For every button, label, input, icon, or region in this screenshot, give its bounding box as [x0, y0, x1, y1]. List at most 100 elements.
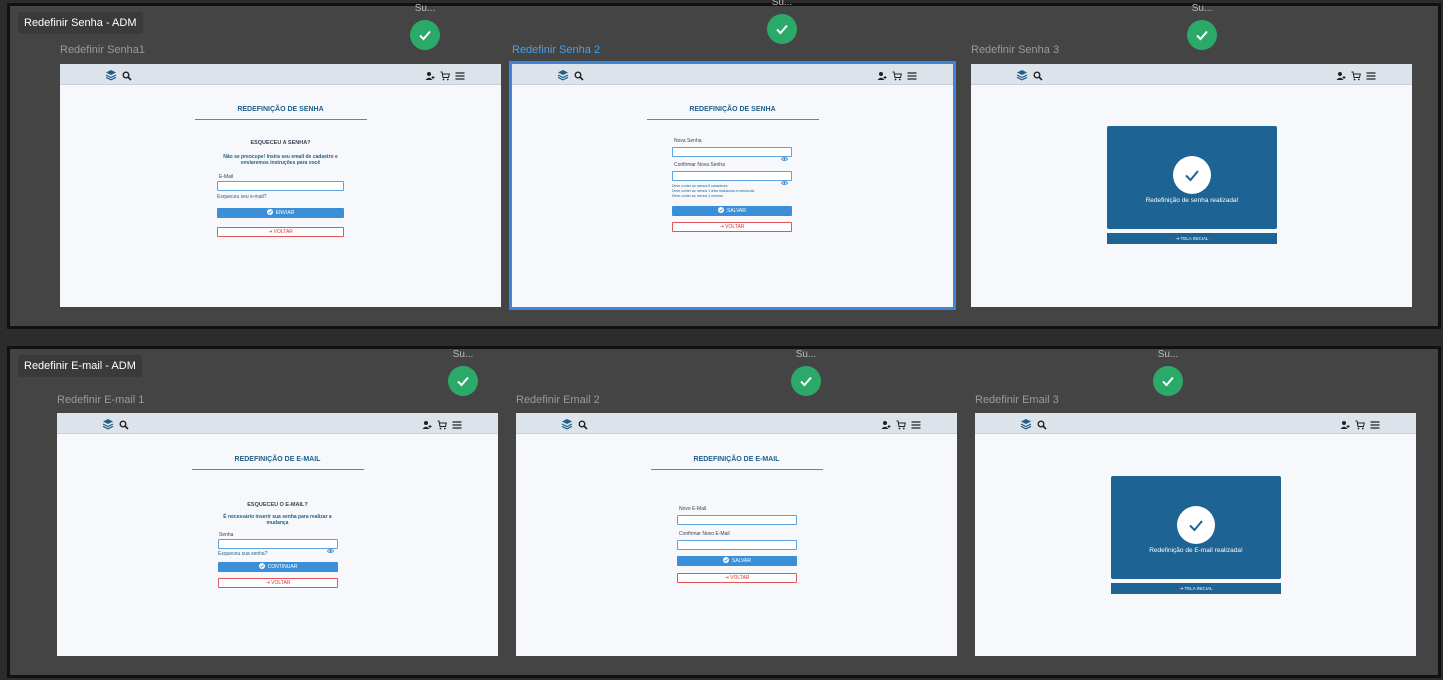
password-field[interactable]	[218, 539, 338, 554]
page-title: REDEFINIÇÃO DE E-MAIL	[191, 456, 364, 470]
frame-redefinir-email-3[interactable]: Redefinição de E-mail realizada! ⇥ TELA …	[975, 413, 1416, 656]
new-password-field[interactable]	[672, 147, 792, 162]
back-button[interactable]: ⇥ VOLTAR	[218, 578, 338, 588]
check-circle-icon	[258, 563, 265, 571]
app-header	[60, 64, 501, 85]
search-icon[interactable]	[122, 68, 132, 86]
success-card: Redefinição de senha realizada!	[1107, 126, 1277, 229]
layers-logo-icon[interactable]	[561, 417, 573, 435]
menu-icon[interactable]	[911, 417, 921, 435]
search-icon[interactable]	[574, 68, 584, 86]
eye-icon[interactable]	[780, 149, 789, 167]
frame-label-senha-3[interactable]: Redefinir Senha 3	[971, 44, 1059, 56]
header-actions	[1336, 68, 1376, 86]
confirm-email-label: Confirmar Novo E-Mail	[679, 531, 730, 537]
frame-label-senha-1[interactable]: Redefinir Senha1	[60, 44, 145, 56]
new-email-label: Novo E-Mail	[679, 506, 707, 512]
back-button[interactable]: ⇥ VOLTAR	[677, 573, 797, 583]
eye-icon[interactable]	[780, 173, 789, 191]
send-button-label: ENVIAR	[275, 210, 295, 216]
confirm-email-field[interactable]	[677, 540, 797, 550]
header-actions	[422, 417, 462, 435]
back-button-text: VOLTAR	[730, 575, 750, 581]
check-circle-icon	[1187, 20, 1217, 50]
check-circle-icon	[448, 366, 478, 396]
frame-redefinir-senha-3[interactable]: Redefinição de senha realizada! ⇥ TELA I…	[971, 64, 1412, 307]
search-icon[interactable]	[119, 417, 129, 435]
cart-icon[interactable]	[437, 417, 447, 435]
question-heading: ESQUECEU O E-MAIL?	[247, 502, 308, 508]
back-button[interactable]: ⇥ VOLTAR	[217, 227, 344, 237]
send-button[interactable]: ENVIAR	[217, 208, 344, 218]
user-add-icon[interactable]	[425, 68, 435, 86]
layers-logo-icon[interactable]	[557, 68, 569, 86]
email-field[interactable]	[217, 181, 344, 191]
header-actions	[877, 68, 917, 86]
status-label: Su...	[1191, 3, 1213, 14]
status-label: Su...	[414, 3, 436, 14]
forgot-password-link[interactable]: Esqueceu sua senha?	[218, 551, 267, 557]
menu-icon[interactable]	[452, 417, 462, 435]
check-circle-icon	[1153, 366, 1183, 396]
frame-redefinir-senha-1[interactable]: REDEFINIÇÃO DE SENHA ESQUECEU A SENHA? N…	[60, 64, 501, 307]
cart-icon[interactable]	[892, 68, 902, 86]
success-card: Redefinição de E-mail realizada!	[1111, 476, 1281, 579]
back-button-label: ⇥ VOLTAR	[719, 224, 745, 230]
cart-icon[interactable]	[1351, 68, 1361, 86]
cart-icon[interactable]	[1355, 417, 1365, 435]
save-button[interactable]: SALVAR	[677, 556, 797, 566]
password-rules: Deve conter ao menos 8 caracteres Deve c…	[672, 184, 754, 199]
menu-icon[interactable]	[1366, 68, 1376, 86]
status-badge-senha-2[interactable]: Su...	[762, 0, 802, 44]
frame-label-email-3[interactable]: Redefinir Email 3	[975, 394, 1059, 406]
search-icon[interactable]	[1033, 68, 1043, 86]
search-icon[interactable]	[578, 417, 588, 435]
save-button[interactable]: SALVAR	[672, 206, 792, 216]
status-badge-senha-1[interactable]: Su...	[405, 2, 445, 50]
cart-icon[interactable]	[440, 68, 450, 86]
menu-icon[interactable]	[1370, 417, 1380, 435]
confirm-password-field[interactable]	[672, 171, 792, 186]
rule-number: Deve conter ao menos 1 número	[672, 194, 723, 198]
cart-icon[interactable]	[896, 417, 906, 435]
user-add-icon[interactable]	[881, 417, 891, 435]
layers-logo-icon[interactable]	[1016, 68, 1028, 86]
forgot-email-link[interactable]: Esqueceu seu e-mail?	[217, 194, 266, 200]
status-badge-email-1[interactable]: Su...	[443, 348, 483, 396]
frame-redefinir-email-1[interactable]: REDEFINIÇÃO DE E-MAIL ESQUECEU O E-MAIL?…	[57, 413, 498, 656]
frame-label-senha-2[interactable]: Redefinir Senha 2	[512, 44, 600, 56]
check-circle-icon	[1173, 156, 1211, 194]
status-badge-email-2[interactable]: Su...	[786, 348, 826, 396]
continue-button[interactable]: CONTINUAR	[218, 562, 338, 572]
layers-logo-icon[interactable]	[1020, 417, 1032, 435]
section-title[interactable]: Redefinir Senha - ADM	[18, 12, 143, 34]
eye-icon[interactable]	[326, 541, 335, 559]
search-icon[interactable]	[1037, 417, 1047, 435]
user-add-icon[interactable]	[877, 68, 887, 86]
new-email-field[interactable]	[677, 515, 797, 525]
email-label: E-Mail	[219, 174, 234, 180]
back-button-label: ⇥ VOLTAR	[265, 580, 291, 586]
back-button-text: VOLTAR	[725, 224, 745, 230]
frame-label-email-2[interactable]: Redefinir Email 2	[516, 394, 600, 406]
frame-redefinir-senha-2[interactable]: REDEFINIÇÃO DE SENHA Nova Senha Confirma…	[509, 61, 956, 310]
frame-redefinir-email-2[interactable]: REDEFINIÇÃO DE E-MAIL Novo E-Mail Confir…	[516, 413, 957, 656]
layers-logo-icon[interactable]	[102, 417, 114, 435]
layers-logo-icon[interactable]	[105, 68, 117, 86]
user-add-icon[interactable]	[1340, 417, 1350, 435]
back-button[interactable]: ⇥ VOLTAR	[672, 222, 792, 232]
home-button[interactable]: ⇥ TELA INICIAL	[1111, 583, 1281, 594]
user-add-icon[interactable]	[422, 417, 432, 435]
menu-icon[interactable]	[455, 68, 465, 86]
menu-icon[interactable]	[907, 68, 917, 86]
status-label: Su...	[771, 0, 793, 8]
header-actions	[881, 417, 921, 435]
frame-label-email-1[interactable]: Redefinir E-mail 1	[57, 394, 144, 406]
home-button[interactable]: ⇥ TELA INICIAL	[1107, 233, 1277, 244]
section-title[interactable]: Redefinir E-mail - ADM	[18, 355, 142, 377]
status-badge-email-3[interactable]: Su...	[1148, 348, 1188, 396]
status-badge-senha-3[interactable]: Su...	[1182, 2, 1222, 50]
success-message: Redefinição de senha realizada!	[1145, 197, 1239, 204]
user-add-icon[interactable]	[1336, 68, 1346, 86]
app-header	[975, 413, 1416, 434]
